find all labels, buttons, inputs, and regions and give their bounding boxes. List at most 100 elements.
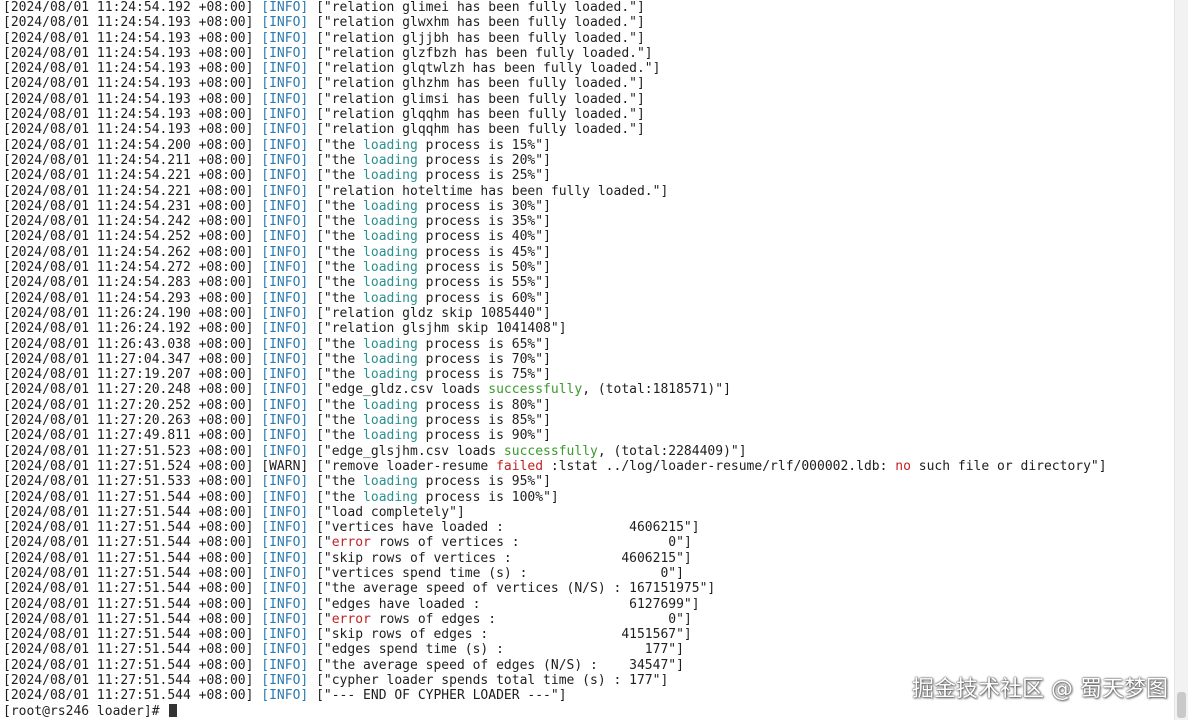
- log-line: [2024/08/01 11:24:54.272 +08:00] [INFO] …: [3, 260, 1171, 275]
- log-line: [2024/08/01 11:27:20.252 +08:00] [INFO] …: [3, 398, 1171, 413]
- log-message-text: ["the: [308, 275, 364, 291]
- log-message-text: process is 20%"]: [417, 152, 551, 168]
- log-message-text: ["relation hoteltime has been fully load…: [308, 183, 669, 199]
- log-level-badge: [INFO]: [261, 229, 309, 245]
- scrollbar-thumb[interactable]: [1177, 692, 1186, 718]
- log-timestamp: [2024/08/01 11:24:54.193 +08:00]: [3, 122, 254, 138]
- log-message-text: ["the: [308, 351, 364, 367]
- log-message-text: ["load completely"]: [308, 504, 465, 520]
- log-timestamp: [2024/08/01 11:24:54.193 +08:00]: [3, 45, 254, 61]
- log-message-text: process is 25%"]: [417, 168, 551, 184]
- log-highlight-word: loading: [363, 290, 418, 306]
- log-timestamp: [2024/08/01 11:27:51.544 +08:00]: [3, 489, 254, 505]
- log-level-badge: [INFO]: [261, 321, 309, 337]
- log-timestamp: [2024/08/01 11:27:51.544 +08:00]: [3, 642, 254, 658]
- log-message-text: ["the: [308, 137, 364, 153]
- log-timestamp: [2024/08/01 11:24:54.200 +08:00]: [3, 137, 254, 153]
- log-message-text: process is 15%"]: [417, 137, 551, 153]
- log-highlight-word: error: [331, 535, 371, 551]
- log-message-text: process is 75%"]: [417, 367, 551, 383]
- log-message-text: process is 35%"]: [417, 214, 551, 230]
- log-level-badge: [INFO]: [261, 520, 309, 536]
- log-message-text: ["relation glimsi has been fully loaded.…: [308, 91, 645, 107]
- log-line: [2024/08/01 11:24:54.283 +08:00] [INFO] …: [3, 275, 1171, 290]
- log-message-text: ["the: [308, 152, 364, 168]
- log-timestamp: [2024/08/01 11:24:54.221 +08:00]: [3, 183, 254, 199]
- log-message-text: ["the: [308, 290, 364, 306]
- log-timestamp: [2024/08/01 11:26:24.192 +08:00]: [3, 321, 254, 337]
- log-line: [2024/08/01 11:24:54.252 +08:00] [INFO] …: [3, 229, 1171, 244]
- log-level-badge: [INFO]: [261, 504, 309, 520]
- log-message-text: ["the: [308, 367, 364, 383]
- log-message-text: ["relation gljjbh has been fully loaded.…: [308, 30, 645, 46]
- log-message-text: ["vertices have loaded : 4606215"]: [308, 520, 700, 536]
- log-highlight-word: failed: [496, 458, 544, 474]
- log-timestamp: [2024/08/01 11:27:19.207 +08:00]: [3, 367, 254, 383]
- log-timestamp: [2024/08/01 11:26:24.190 +08:00]: [3, 305, 254, 321]
- log-highlight-word: successfully: [503, 443, 598, 459]
- log-level-badge: [INFO]: [261, 596, 309, 612]
- log-level-badge: [INFO]: [261, 91, 309, 107]
- log-line: [2024/08/01 11:27:20.248 +08:00] [INFO] …: [3, 382, 1171, 397]
- log-level-badge: [INFO]: [261, 152, 309, 168]
- log-timestamp: [2024/08/01 11:27:51.533 +08:00]: [3, 474, 254, 490]
- log-line: [2024/08/01 11:24:54.262 +08:00] [INFO] …: [3, 245, 1171, 260]
- log-timestamp: [2024/08/01 11:26:43.038 +08:00]: [3, 336, 254, 352]
- log-line: [2024/08/01 11:24:54.200 +08:00] [INFO] …: [3, 138, 1171, 153]
- log-line: [2024/08/01 11:27:51.544 +08:00] [INFO] …: [3, 612, 1171, 627]
- log-message-text: rows of vertices : 0"]: [370, 535, 692, 551]
- log-lines: [2024/08/01 11:24:54.192 +08:00] [INFO] …: [3, 0, 1171, 704]
- log-level-badge: [INFO]: [261, 198, 309, 214]
- vertical-scrollbar[interactable]: [1174, 0, 1188, 720]
- log-message-text: process is 100%"]: [417, 489, 559, 505]
- log-level-badge: [INFO]: [261, 443, 309, 459]
- log-timestamp: [2024/08/01 11:27:51.544 +08:00]: [3, 520, 254, 536]
- log-message-text: ["relation glimei has been fully loaded.…: [308, 0, 645, 15]
- log-timestamp: [2024/08/01 11:27:51.544 +08:00]: [3, 565, 254, 581]
- log-level-badge: [INFO]: [261, 15, 309, 31]
- text-cursor: [169, 703, 178, 717]
- log-highlight-word: no: [895, 458, 911, 474]
- log-line: [2024/08/01 11:27:51.544 +08:00] [INFO] …: [3, 551, 1171, 566]
- log-message-text: ["vertices spend time (s) : 0"]: [308, 565, 684, 581]
- log-level-badge: [INFO]: [261, 611, 309, 627]
- log-level-badge: [INFO]: [261, 550, 309, 566]
- log-timestamp: [2024/08/01 11:24:54.252 +08:00]: [3, 229, 254, 245]
- log-line: [2024/08/01 11:24:54.192 +08:00] [INFO] …: [3, 0, 1171, 15]
- shell-prompt-line[interactable]: [root@rs246 loader]#: [3, 703, 1171, 719]
- log-line: [2024/08/01 11:27:51.544 +08:00] [INFO] …: [3, 597, 1171, 612]
- log-timestamp: [2024/08/01 11:27:51.544 +08:00]: [3, 657, 254, 673]
- terminal-output[interactable]: [2024/08/01 11:24:54.192 +08:00] [INFO] …: [3, 0, 1171, 720]
- log-level-badge: [INFO]: [261, 535, 309, 551]
- log-line: [2024/08/01 11:27:20.263 +08:00] [INFO] …: [3, 413, 1171, 428]
- log-level-badge: [INFO]: [261, 168, 309, 184]
- log-timestamp: [2024/08/01 11:24:54.242 +08:00]: [3, 214, 254, 230]
- log-message-text: ["the: [308, 336, 364, 352]
- log-level-badge: [INFO]: [261, 474, 309, 490]
- log-level-badge: [INFO]: [261, 428, 309, 444]
- log-timestamp: [2024/08/01 11:27:51.544 +08:00]: [3, 504, 254, 520]
- log-level-badge: [INFO]: [261, 122, 309, 138]
- log-line: [2024/08/01 11:24:54.193 +08:00] [INFO] …: [3, 15, 1171, 30]
- log-line: [2024/08/01 11:27:51.533 +08:00] [INFO] …: [3, 474, 1171, 489]
- log-highlight-word: loading: [363, 214, 418, 230]
- log-timestamp: [2024/08/01 11:24:54.231 +08:00]: [3, 198, 254, 214]
- log-message-text: ["remove loader-resume: [308, 458, 497, 474]
- log-message-text: ["relation glwxhm has been fully loaded.…: [308, 15, 645, 31]
- log-timestamp: [2024/08/01 11:24:54.283 +08:00]: [3, 275, 254, 291]
- log-timestamp: [2024/08/01 11:24:54.193 +08:00]: [3, 61, 254, 77]
- log-level-badge: [INFO]: [261, 275, 309, 291]
- log-level-badge: [INFO]: [261, 214, 309, 230]
- log-message-text: ["relation gldz skip 1085440"]: [308, 305, 551, 321]
- log-message-text: such file or directory"]: [910, 458, 1107, 474]
- log-message-text: process is 85%"]: [417, 413, 551, 429]
- log-timestamp: [2024/08/01 11:24:54.293 +08:00]: [3, 290, 254, 306]
- log-level-badge: [INFO]: [261, 30, 309, 46]
- log-timestamp: [2024/08/01 11:27:49.811 +08:00]: [3, 428, 254, 444]
- log-highlight-word: loading: [363, 244, 418, 260]
- log-message-text: , (total:1818571)"]: [582, 382, 731, 398]
- log-message-text: ["edges have loaded : 6127699"]: [308, 596, 700, 612]
- log-line: [2024/08/01 11:24:54.193 +08:00] [INFO] …: [3, 76, 1171, 91]
- log-line: [2024/08/01 11:26:24.190 +08:00] [INFO] …: [3, 306, 1171, 321]
- log-level-badge: [INFO]: [261, 107, 309, 123]
